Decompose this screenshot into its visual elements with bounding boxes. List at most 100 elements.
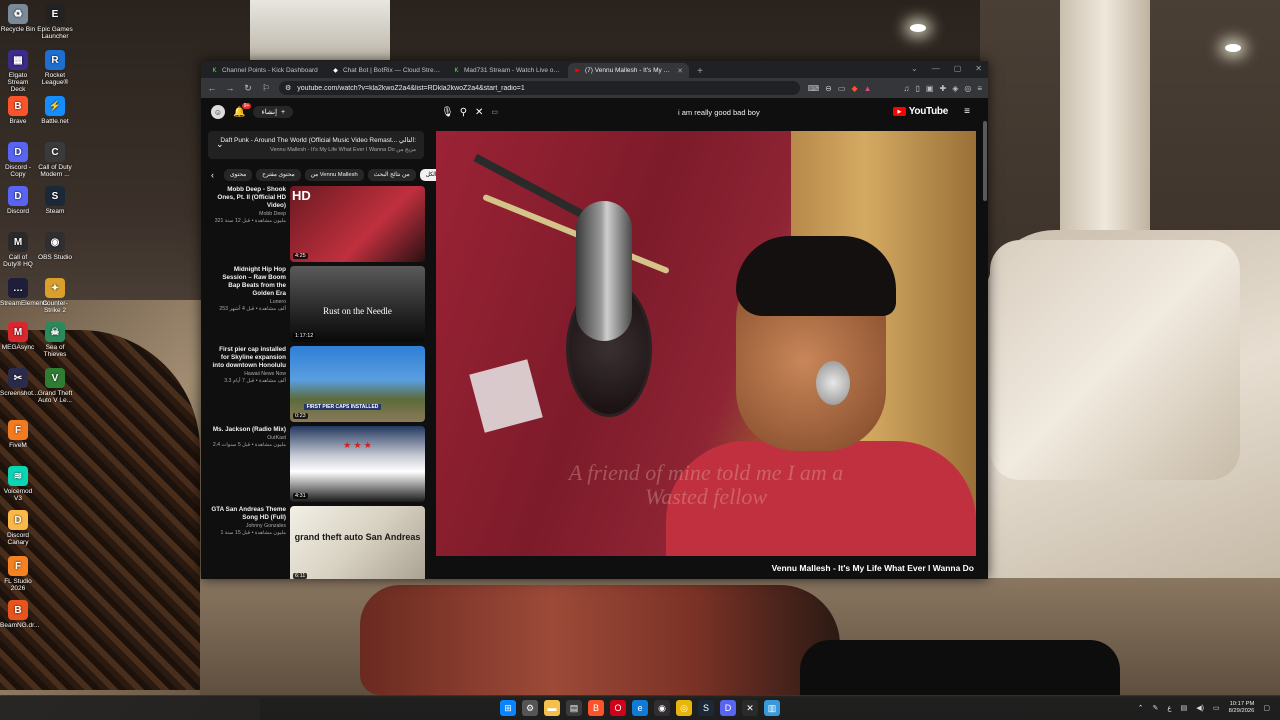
battery-icon[interactable]: ▭ — [1213, 704, 1220, 712]
desktop-icon[interactable]: ◉ OBS Studio — [37, 232, 73, 261]
recommendation-title[interactable]: Midnight Hip Hop Session – Raw Boom Bap … — [210, 266, 286, 298]
desktop-icon[interactable]: ☠ Sea of Thieves — [37, 322, 73, 358]
desktop-icon[interactable]: ✂ Screenshot... — [0, 368, 38, 397]
desktop-icon[interactable]: D Discord — [0, 186, 36, 215]
filter-chip[interactable]: من نتائج البحث — [367, 169, 416, 181]
create-button[interactable]: إنشاء + — [253, 106, 294, 118]
browser-tab[interactable]: ◆ Chat Bot | BotRix — Cloud Streamin... — [326, 63, 447, 78]
url-text[interactable]: youtube.com/watch?v=kla2kwoZ2a4&list=RDk… — [297, 85, 793, 92]
video-player[interactable]: A friend of mine told me I am a Wasted f… — [436, 131, 976, 556]
recommendation-title[interactable]: Mobb Deep - Shook Ones, Pt. II (Official… — [210, 186, 286, 210]
chevron-down-icon[interactable]: ⌄ — [911, 64, 918, 73]
chevron-left-icon[interactable]: ‹ — [211, 170, 214, 180]
back-button[interactable]: ← — [207, 83, 217, 93]
voice-search-icon[interactable]: 🎙 — [441, 107, 454, 118]
desktop-icon[interactable]: F FiveM — [0, 420, 36, 449]
search-box[interactable]: ⚲ ✕ ▭ i am really good bad boy — [460, 107, 760, 118]
desktop-icon[interactable]: ♻ Recycle Bin — [0, 4, 36, 33]
address-bar[interactable]: ⚙ youtube.com/watch?v=kla2kwoZ2a4&list=R… — [279, 81, 800, 95]
language-icon[interactable]: ع — [1167, 704, 1171, 712]
close-window-button[interactable]: ✕ — [975, 64, 982, 73]
calendar-icon[interactable]: ▤ — [566, 700, 582, 716]
brave-shields-icon[interactable]: ◆ — [851, 84, 857, 93]
new-tab-button[interactable]: + — [693, 64, 707, 78]
discord-icon[interactable]: D — [720, 700, 736, 716]
youtube-logo[interactable]: ▶ YouTube — [892, 106, 948, 117]
recommendation-channel[interactable]: Hawaii News Now — [210, 371, 286, 377]
brave-rewards-icon[interactable]: ▲ — [864, 84, 872, 93]
maximize-button[interactable]: ▢ — [954, 64, 962, 73]
opera-icon[interactable]: O — [610, 700, 626, 716]
browser-tab[interactable]: K Channel Points - Kick Dashboard — [205, 63, 326, 78]
recommendation-thumbnail[interactable]: HD 4:25 — [290, 186, 425, 262]
pen-icon[interactable]: ✎ — [1153, 704, 1159, 712]
recommendation-channel[interactable]: Johnny Gonzales — [210, 523, 286, 529]
desktop-icon[interactable]: S Steam — [37, 186, 73, 215]
browser-tab[interactable]: ▶ (7) Vennu Mallesh - It's My Li... ✕ — [568, 63, 689, 78]
recommendation-thumbnail[interactable]: grand theft auto San Andreas 6:11 — [290, 506, 425, 579]
filter-chip[interactable]: محتوى مقترح — [256, 169, 301, 181]
desktop-icon[interactable]: B Brave — [0, 96, 36, 125]
recommendation-channel[interactable]: Lunero — [210, 299, 286, 305]
browser-tab[interactable]: K Mad731 Stream - Watch Live on Kick — [447, 63, 568, 78]
obs-icon[interactable]: ◉ — [654, 700, 670, 716]
desktop-icon[interactable]: D Discord Canary — [0, 510, 36, 546]
desktop-icon[interactable]: ≋ Voicemod V3 — [0, 466, 36, 502]
cast-icon[interactable]: ▭ — [838, 84, 846, 93]
desktop-icon[interactable]: E Epic Games Launcher — [37, 4, 73, 40]
desktop-icon[interactable]: B BeamNG.dr... — [0, 600, 39, 629]
desktop-icon[interactable]: … StreamElements — [0, 278, 48, 307]
recommendation-item[interactable]: GTA San Andreas Theme Song HD (Full) John… — [210, 506, 426, 579]
translate-icon[interactable]: ⌨ — [808, 84, 820, 93]
vpn-icon[interactable]: ◎ — [964, 84, 971, 93]
desktop-icon[interactable]: V Grand Theft Auto V Le... — [37, 368, 73, 404]
page-scrollbar[interactable] — [983, 121, 987, 201]
extensions-icon[interactable]: ✚ — [939, 84, 946, 93]
desktop-icon[interactable]: ▦ Elgato Stream Deck — [0, 50, 36, 93]
site-info-icon[interactable]: ⚙ — [285, 84, 291, 92]
forward-button[interactable]: → — [225, 83, 235, 93]
edge-icon[interactable]: e — [632, 700, 648, 716]
settings-icon[interactable]: ⚙ — [522, 700, 538, 716]
capcut-icon[interactable]: ✕ — [742, 700, 758, 716]
chrome-icon[interactable]: ◎ — [676, 700, 692, 716]
clock[interactable]: 10:17 PM 8/29/2026 — [1229, 701, 1255, 715]
filter-chip[interactable]: محتوى — [224, 169, 253, 181]
sidebar-icon[interactable]: ▯ — [916, 84, 920, 93]
hamburger-menu-icon[interactable]: ≡ — [964, 106, 970, 117]
notepad-icon[interactable]: ▥ — [764, 700, 780, 716]
recommendation-item[interactable]: Mobb Deep - Shook Ones, Pt. II (Official… — [210, 186, 426, 262]
volume-icon[interactable]: ◀) — [1196, 704, 1204, 712]
recommendation-item[interactable]: Ms. Jackson (Radio Mix) OutKast 2.4 مليون … — [210, 426, 426, 502]
desktop-icon[interactable]: M Call of Duty® HQ — [0, 232, 36, 268]
desktop-icon[interactable]: C Call of Duty Modern ... — [37, 142, 73, 178]
notifications-bell-icon[interactable]: 🔔 9+ — [233, 102, 252, 118]
recommendation-thumbnail[interactable]: ★ ★ ★ 4:31 — [290, 426, 425, 502]
steam-icon[interactable]: S — [698, 700, 714, 716]
filter-chip[interactable]: من Vennu Mallesh — [304, 169, 364, 181]
bookmark-icon[interactable]: ⚐ — [261, 83, 271, 94]
brave-icon[interactable]: B — [588, 700, 604, 716]
recommendation-channel[interactable]: OutKast — [210, 435, 286, 441]
browser-menu-icon[interactable]: ≡ — [977, 84, 982, 93]
recommendation-title[interactable]: GTA San Andreas Theme Song HD (Full) — [210, 506, 286, 522]
keyboard-icon[interactable]: ▭ — [491, 108, 498, 116]
network-icon[interactable]: ▤ — [1181, 704, 1188, 712]
recommendation-title[interactable]: First pier cap installed for Skyline exp… — [210, 346, 286, 370]
recommendation-thumbnail[interactable]: FIRST PIER CAPS INSTALLED 0:23 — [290, 346, 425, 422]
clear-search-icon[interactable]: ✕ — [475, 107, 483, 118]
wallet-icon[interactable]: ◈ — [952, 84, 958, 93]
desktop-icon[interactable]: ⚡ Battle.net — [37, 96, 73, 125]
recommendation-item[interactable]: Midnight Hip Hop Session – Raw Boom Bap … — [210, 266, 426, 342]
desktop-icon[interactable]: M MEGAsync — [0, 322, 36, 351]
minimize-button[interactable]: — — [932, 64, 940, 73]
file-explorer-icon[interactable]: ▬ — [544, 700, 560, 716]
desktop-icon[interactable]: ✦ Counter-Strike 2 — [37, 278, 73, 314]
recommendation-item[interactable]: First pier cap installed for Skyline exp… — [210, 346, 426, 422]
search-query[interactable]: i am really good bad boy — [506, 108, 760, 117]
zoom-icon[interactable]: ⊖ — [825, 84, 832, 93]
desktop-icon[interactable]: R Rocket League® — [37, 50, 73, 86]
playlist-panel[interactable]: ⌄ Daft Punk - Around The World (Official… — [208, 131, 424, 159]
recommendation-thumbnail[interactable]: Rust on the Needle 1:17:12 — [290, 266, 425, 342]
chevron-up-icon[interactable]: ⌃ — [1138, 704, 1144, 712]
